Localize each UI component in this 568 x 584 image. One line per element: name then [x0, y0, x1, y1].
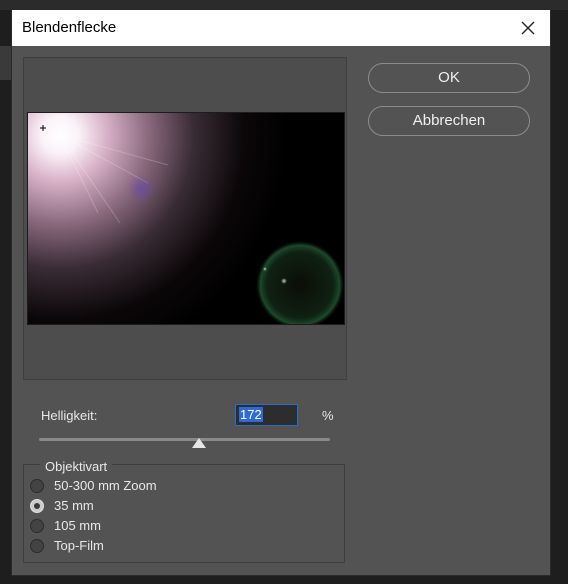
- close-icon: [521, 21, 535, 35]
- brightness-value: 172: [239, 407, 263, 422]
- brightness-label: Helligkeit:: [41, 408, 98, 423]
- radio-label: 50-300 mm Zoom: [54, 478, 157, 493]
- radio-label: 105 mm: [54, 518, 101, 533]
- lens-type-legend: Objektivart: [40, 459, 113, 474]
- percent-unit: %: [322, 408, 334, 423]
- radio-button[interactable]: [30, 499, 44, 513]
- lens-flare-dialog: Blendenflecke OK Abbrechen Helligkeit: 1…: [12, 10, 550, 575]
- radio-button[interactable]: [30, 479, 44, 493]
- radio-label: 35 mm: [54, 498, 94, 513]
- brightness-slider-thumb[interactable]: [192, 435, 207, 448]
- radio-button[interactable]: [30, 519, 44, 533]
- lens-spot: [281, 278, 287, 284]
- purple-lens-spot: [128, 175, 156, 203]
- brightness-input[interactable]: 172: [235, 404, 298, 426]
- preview-panel: [23, 57, 347, 380]
- flare-preview[interactable]: [27, 112, 345, 325]
- radio-label: Top-Film: [54, 538, 104, 553]
- close-button[interactable]: [516, 16, 540, 40]
- cancel-button[interactable]: Abbrechen: [368, 106, 530, 136]
- brightness-slider[interactable]: [39, 438, 330, 441]
- background-app-panel: [0, 46, 12, 80]
- dialog-title: Blendenflecke: [22, 19, 117, 36]
- radio-button[interactable]: [30, 539, 44, 553]
- background-app-bar: [0, 0, 568, 10]
- lens-spot: [263, 267, 267, 271]
- ok-button[interactable]: OK: [368, 63, 530, 93]
- title-bar: Blendenflecke: [12, 10, 550, 46]
